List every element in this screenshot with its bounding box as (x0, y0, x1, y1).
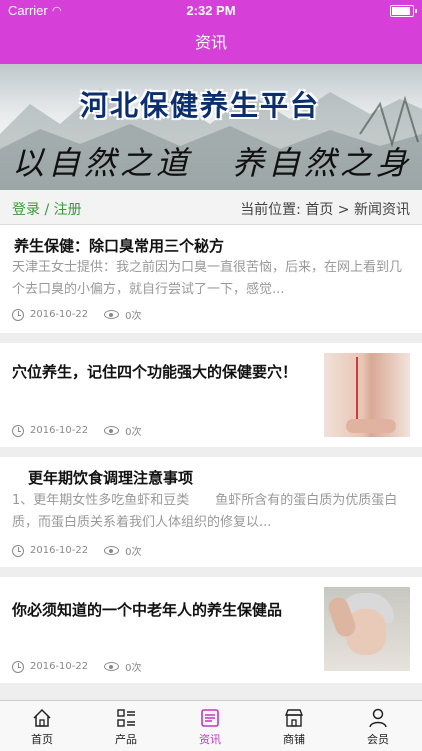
status-time: 2:32 PM (186, 3, 236, 18)
article-card[interactable]: 养生保健：除口臭常用三个秘方 天津王女士提供：我之前因为口臭一直很苦恼，后来，在… (0, 225, 422, 333)
article-card[interactable]: 你必须知道的一个中老年人的养生保健品 2016-10-22 0次 (0, 577, 422, 683)
article-title[interactable]: 养生保健：除口臭常用三个秘方 (14, 235, 224, 256)
battery-icon (390, 5, 417, 17)
article-views: 0次 (125, 311, 142, 322)
clock-icon (12, 308, 24, 321)
clock-icon (12, 424, 24, 437)
article-date: 2016-10-22 (30, 661, 89, 672)
banner-calligraphy-left: 以自然之道 (12, 144, 193, 182)
breadcrumb: 登录 / 注册 当前位置: 首页 > 新闻资讯 (0, 190, 422, 225)
article-title[interactable]: 更年期饮食调理注意事项 (28, 467, 193, 488)
article-excerpt: 1、更年期女性多吃鱼虾和豆类 鱼虾所含有的蛋白质为优质蛋白质，而蛋白质关系着我们… (12, 493, 398, 530)
article-views: 0次 (125, 663, 142, 674)
banner-calligraphy-right: 养自然之身 (232, 144, 413, 182)
tab-label: 资讯 (199, 733, 221, 746)
article-meta: 2016-10-22 0次 (12, 423, 142, 438)
article-title[interactable]: 你必须知道的一个中老年人的养生保健品 (12, 599, 282, 620)
tab-member[interactable]: 会员 (336, 701, 420, 751)
tab-label: 首页 (31, 733, 53, 746)
article-meta: 2016-10-22 0次 (12, 307, 142, 322)
eye-icon (104, 662, 120, 671)
article-card[interactable]: 更年期饮食调理注意事项 1、更年期女性多吃鱼虾和豆类 鱼虾所含有的蛋白质为优质蛋… (0, 457, 422, 567)
article-meta: 2016-10-22 0次 (12, 659, 142, 674)
tab-shops[interactable]: 商铺 (252, 701, 336, 751)
eye-icon (104, 310, 120, 319)
news-icon (201, 709, 219, 727)
article-date: 2016-10-22 (30, 309, 89, 320)
home-icon (33, 708, 51, 727)
clock-icon (12, 660, 24, 673)
article-thumbnail[interactable] (324, 587, 410, 671)
tab-home[interactable]: 首页 (0, 701, 84, 751)
tab-label: 产品 (115, 733, 137, 746)
tab-bar: 首页 产品 资讯 商铺 会员 (0, 700, 422, 751)
tab-label: 商铺 (283, 733, 305, 746)
article-date: 2016-10-22 (30, 545, 89, 556)
eye-icon (104, 546, 120, 555)
article-views: 0次 (125, 427, 142, 438)
list-icon (117, 709, 135, 727)
current-location: 当前位置: 首页 > 新闻资讯 (240, 202, 410, 218)
login-register-link[interactable]: 登录 / 注册 (12, 199, 82, 219)
clock-icon (12, 544, 24, 557)
user-icon (369, 708, 387, 728)
eye-icon (104, 426, 120, 435)
article-thumbnail[interactable] (324, 353, 410, 437)
tab-label: 会员 (367, 733, 389, 746)
article-excerpt: 天津王女士提供：我之前因为口臭一直很苦恼，后来，在网上看到几个去口臭的小偏方，就… (12, 260, 403, 297)
article-meta: 2016-10-22 0次 (12, 543, 142, 558)
article-date: 2016-10-22 (30, 425, 89, 436)
status-bar: Carrier ◠ 2:32 PM (0, 0, 422, 22)
banner-title: 河北保健养生平台 (80, 89, 321, 122)
banner-image[interactable]: 河北保健养生平台 以自然之道 养自然之身 (0, 64, 422, 190)
article-card[interactable]: 穴位养生，记住四个功能强大的保健要穴！ 2016-10-22 0次 (0, 343, 422, 447)
article-title[interactable]: 穴位养生，记住四个功能强大的保健要穴！ (12, 361, 297, 382)
tab-products[interactable]: 产品 (84, 701, 168, 751)
shop-icon (284, 709, 304, 727)
article-views: 0次 (125, 547, 142, 558)
nav-bar: 资讯 (0, 22, 422, 64)
tab-news[interactable]: 资讯 (168, 701, 252, 751)
page-title: 资讯 (194, 33, 227, 52)
